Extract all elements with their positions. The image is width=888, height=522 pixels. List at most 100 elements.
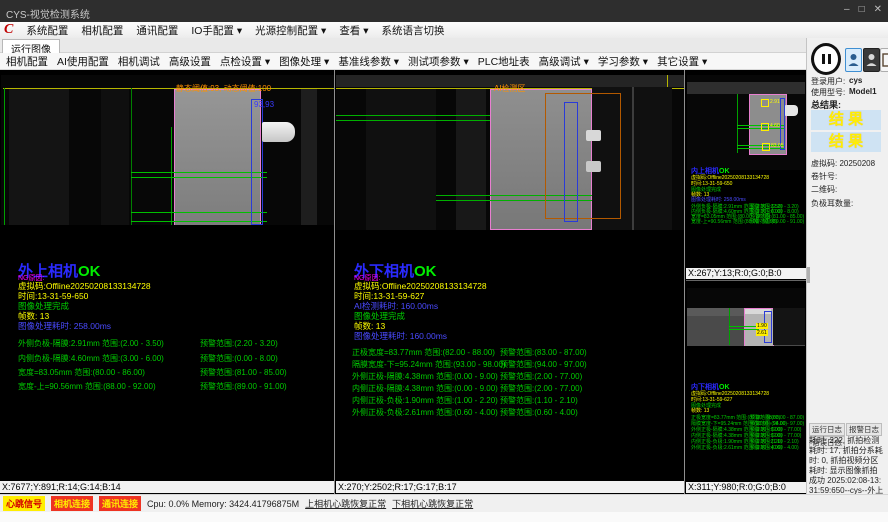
measure-row: 外侧负极-隔膜:2.91mm 范围:(2.00 - 3.50) (18, 338, 164, 349)
menu-comm-config[interactable]: 通讯配置 (136, 23, 178, 38)
annotation-box (762, 143, 770, 151)
tool-ai-config[interactable]: AI使用配置 (57, 54, 109, 69)
roi-rect-blue (564, 102, 578, 222)
frame-count-line: 帧数: 13 (18, 311, 49, 321)
result-ok-badge: OK (78, 263, 101, 280)
tool-advanced-settings[interactable]: 高级设置 (169, 54, 211, 69)
warn-range: 预警范围:(94.00 - 97.00) (500, 359, 587, 370)
result-badge-1: 结 果 (811, 110, 881, 130)
app-logo-icon: C (4, 23, 13, 37)
measure-row: 隔膜宽度-下=95.24mm 范围:(93.00 - 98.00) (352, 359, 506, 370)
login-user-label: 登录用户: (811, 76, 845, 87)
pixel-coords-readout: X:311;Y:980;R:0;G:0;B:0 (686, 482, 806, 493)
electrode-tab (262, 122, 295, 142)
highlight-blob (586, 161, 601, 172)
tool-learn-params[interactable]: 学习参数 ▾ (598, 54, 648, 69)
minimize-icon[interactable]: – (844, 4, 850, 15)
tool-other-settings[interactable]: 其它设置 ▾ (657, 54, 707, 69)
annotation-label: 4.60 (770, 123, 780, 129)
frame-count-line: 帧数: 13 (354, 321, 385, 331)
pause-button[interactable] (811, 44, 841, 74)
log-tab-run[interactable]: 运行日志 (809, 423, 845, 436)
menu-light-config[interactable]: 光源控制配置 ▾ (255, 23, 326, 38)
warn-range: 预警范围:(89.00 - 91.00) (750, 219, 804, 225)
ai-region-label: AI检测区 (494, 83, 526, 94)
tool-camera-config[interactable]: 相机配置 (6, 54, 48, 69)
menu-camera-config[interactable]: 相机配置 (81, 23, 123, 38)
pixel-coords-readout: X:7677;Y:891;R:14;G:14;B:14 (0, 481, 334, 493)
result-ok-badge: OK (719, 384, 730, 391)
result-ok-badge: OK (719, 168, 730, 175)
image-stripe (301, 89, 317, 225)
overlay-green-line (131, 221, 267, 222)
camera-name: 内下相机 (691, 384, 719, 391)
process-done-line: 图像处理完成 (354, 311, 405, 321)
menu-bar: C 系统配置 相机配置 通讯配置 IO手配置 ▾ 光源控制配置 ▾ 查看 ▾ 系… (0, 22, 888, 38)
machine-part (773, 308, 805, 345)
toolbar: 相机配置 AI使用配置 相机调试 高级设置 点检设置 ▾ 图像处理 ▾ 基准线参… (0, 53, 806, 70)
tool-advanced-debug[interactable]: 高级调试 ▾ (539, 54, 589, 69)
menu-language-switch[interactable]: 系统语言切换 (382, 23, 445, 38)
menu-system-config[interactable]: 系统配置 (26, 23, 68, 38)
overlay-green-line (171, 127, 172, 225)
qr-code-label: 二维码: (811, 184, 837, 195)
exit-button[interactable] (880, 48, 888, 72)
warn-range: 预警范围:(1.10 - 2.10) (500, 395, 578, 406)
measure-row: 外侧正极-隔膜:4.38mm 范围:(0.00 - 9.00) (352, 371, 498, 382)
menu-io-config[interactable]: IO手配置 ▾ (191, 23, 242, 38)
annotation-box (761, 99, 769, 107)
overlay-green-line (729, 326, 759, 327)
splitter-handle[interactable] (807, 267, 810, 283)
warn-range: 预警范围:(0.60 - 4.00) (500, 407, 578, 418)
roi-rect-blue (251, 99, 263, 225)
warn-range: 预警范围:(0.00 - 8.00) (200, 353, 278, 364)
camera-image-outer-lower: AI检测区 (336, 75, 684, 230)
window-title: CYS-视觉检测系统 (6, 6, 90, 21)
barcode-line: 虚拟码:Offline20250208133134728 (18, 281, 151, 291)
result-badge-2: 结 果 (811, 132, 881, 152)
tool-camera-debug[interactable]: 相机调试 (118, 54, 160, 69)
tool-image-process[interactable]: 图像处理 ▾ (279, 54, 329, 69)
measure-row: 内侧负极-隔膜:4.60mm 范围:(3.00 - 6.00) (18, 353, 164, 364)
overlay-green-line (131, 88, 132, 225)
threshold-label: 静态阈值:93, 动态阈值:100 (176, 83, 271, 94)
warn-range: 预警范围:(0.60 - 4.00) (750, 445, 799, 451)
camera-view-inner-upper[interactable]: 2.91 4.60 83.05 内上相机OK 虚拟码:Offline202502… (686, 70, 806, 281)
user-icon (848, 53, 859, 67)
measure-row: 正极宽度=83.77mm 范围:(82.00 - 88.00) (352, 347, 495, 358)
log-tab-alarm[interactable]: 报警日志 (846, 423, 882, 436)
image-stripe (366, 89, 436, 230)
logout-user-button[interactable] (863, 48, 880, 72)
tool-test-params[interactable]: 测试项参数 ▾ (408, 54, 469, 69)
upper-camera-heartbeat-msg: 上相机心跳恢复正常 (305, 497, 386, 510)
tool-spot-check[interactable]: 点检设置 ▾ (220, 54, 270, 69)
status-bar: 心跳信号 相机连接 通讯连接 Cpu: 0.0% Memory: 3424.41… (0, 494, 888, 512)
warn-range: 预警范围:(2.20 - 3.20) (200, 338, 278, 349)
camera-view-outer-upper[interactable]: 静态阈值:93, 动态阈值:100 93,93 外上相机OK NG原因: 虚拟码… (0, 70, 335, 494)
camera-view-inner-lower[interactable]: 1.90 2.61 内下相机OK 虚拟码:Offline202502081331… (686, 282, 806, 494)
ai-elapsed-line: AI检测耗时: 160.00ms (354, 301, 438, 311)
camera-connection-badge: 相机连接 (51, 496, 93, 511)
tool-baseline-params[interactable]: 基准线参数 ▾ (338, 54, 399, 69)
barcode-line: 虚拟码:Offline20250208133134728 (354, 281, 487, 291)
overlay-green-line (336, 115, 501, 116)
user-dark-icon (866, 53, 877, 67)
tool-plc-table[interactable]: PLC地址表 (478, 54, 530, 69)
time-line: 时间:13-31-59-627 (354, 291, 424, 301)
log-text[interactable]: 耗时: 222, 抓拍检测耗时: 17, 抓拍分系耗时: 0, 抓拍视频分区耗时… (809, 436, 885, 496)
close-icon[interactable]: ✕ (874, 4, 882, 15)
maximize-icon[interactable]: □ (859, 4, 865, 15)
camera-image-inner-upper: 2.91 4.60 83.05 (687, 75, 805, 170)
menu-view[interactable]: 查看 ▾ (339, 23, 368, 38)
annotation-label: 83.05 (771, 143, 784, 149)
camera-view-outer-lower[interactable]: AI检测区 外下相机OK NG原因: 虚拟码:Offline2025020813… (336, 70, 685, 494)
overlay-green-line (131, 172, 267, 173)
image-stripe (9, 89, 69, 225)
overlay-green-line (4, 88, 5, 225)
login-user-button[interactable] (845, 48, 862, 72)
image-stripe (687, 82, 805, 94)
image-stripe (101, 89, 129, 225)
pause-icon (811, 43, 841, 75)
image-stripe (456, 89, 486, 230)
roi-rect-orange (545, 93, 621, 219)
